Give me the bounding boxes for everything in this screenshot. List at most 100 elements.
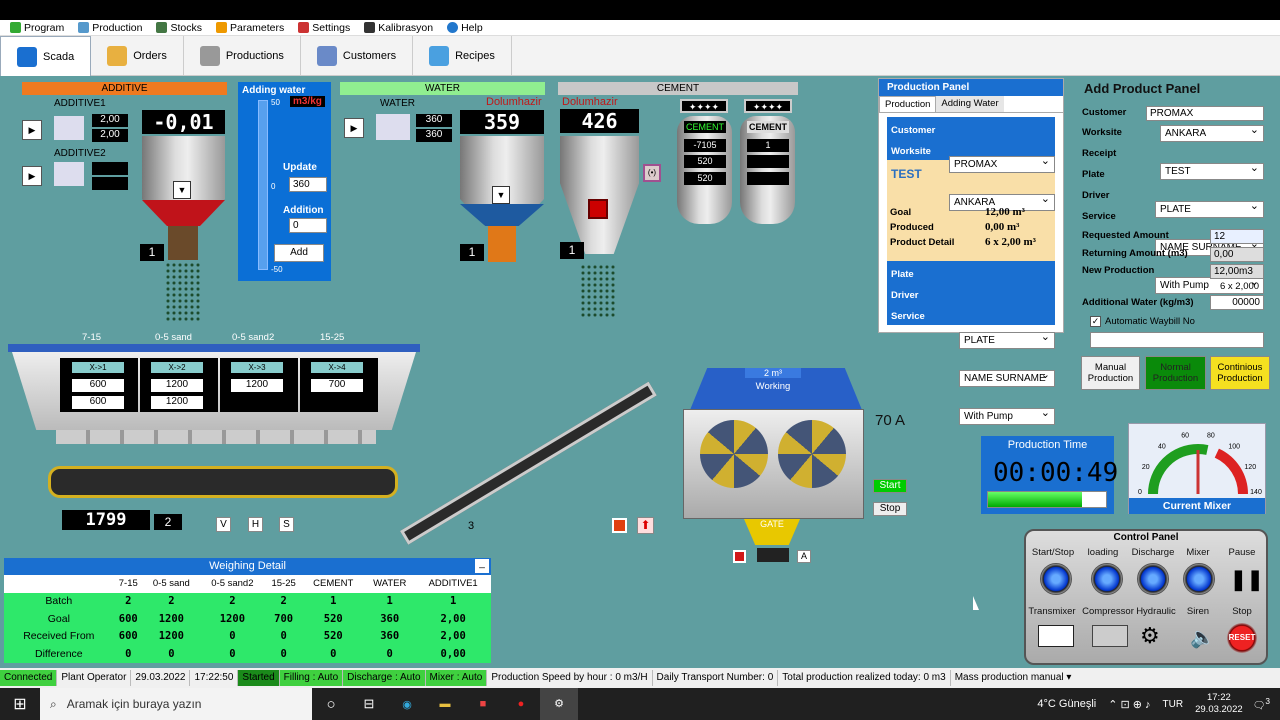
table-cell: 0 xyxy=(386,647,393,660)
row-label: Received From xyxy=(23,630,95,643)
h-button[interactable]: H xyxy=(248,517,263,532)
taskbar-lang[interactable]: TUR xyxy=(1163,699,1196,710)
status-connected: Connected xyxy=(0,670,58,686)
weighing-col-header: 7-15 xyxy=(118,578,138,590)
normal-production-button[interactable]: Normal Production xyxy=(1145,356,1206,390)
weighing-col-header: WATER xyxy=(373,578,407,590)
program-icon xyxy=(10,22,21,33)
tab-scada[interactable]: Scada xyxy=(0,36,92,76)
pp-plate-select[interactable]: PLATE xyxy=(959,330,1055,349)
update-input[interactable]: 360 xyxy=(289,177,327,192)
hydraulic-gear-icon[interactable]: ⚙ xyxy=(1140,623,1160,649)
mixer-stop-button[interactable]: Stop xyxy=(873,502,907,516)
additive-down-icon[interactable]: ▼ xyxy=(173,181,191,199)
menu-settings[interactable]: Settings xyxy=(294,22,354,34)
mixer-button[interactable] xyxy=(1183,563,1215,595)
additive1-play-button[interactable]: ▶ xyxy=(22,120,42,140)
windows-start-icon[interactable]: ⊞ xyxy=(0,694,40,714)
edge-icon[interactable]: ◉ xyxy=(388,698,426,711)
tab-production[interactable]: Production xyxy=(879,96,937,112)
compressor-icon[interactable] xyxy=(1092,625,1128,647)
adding-water-slider[interactable] xyxy=(258,100,268,270)
ap-customer-input[interactable]: PROMAX xyxy=(1146,106,1264,121)
menu-production[interactable]: Production xyxy=(74,22,146,34)
tab-customers[interactable]: Customers xyxy=(301,36,414,76)
tab-productions[interactable]: Productions xyxy=(184,36,301,76)
bin2-label: 0-5 sand xyxy=(155,332,192,343)
additive-valve xyxy=(168,226,198,260)
minimize-button[interactable]: _ xyxy=(475,559,489,573)
tab-adding-water[interactable]: Adding Water xyxy=(936,96,1004,112)
water-down-icon[interactable]: ▼ xyxy=(492,186,510,204)
truck-icon[interactable] xyxy=(1038,625,1074,647)
loading-button[interactable] xyxy=(1091,563,1123,595)
ap-requested-input[interactable]: 12 xyxy=(1210,229,1264,244)
task-view-icon[interactable]: ○ xyxy=(312,696,350,713)
waybill-input[interactable] xyxy=(1090,332,1264,348)
table-cell: 1 xyxy=(330,595,337,608)
cement-valve-icon[interactable] xyxy=(588,199,608,219)
tab-recipes[interactable]: Recipes xyxy=(413,36,512,76)
ap-receipt-select[interactable]: TEST xyxy=(1160,161,1264,180)
pp-goal-label: Goal xyxy=(890,207,912,218)
discharge-button[interactable] xyxy=(1137,563,1169,595)
conveyor-up-icon[interactable]: ⬆ xyxy=(637,517,654,534)
water-play-button[interactable]: ▶ xyxy=(344,118,364,138)
menu-parameters[interactable]: Parameters xyxy=(212,22,288,34)
taskbar-weather[interactable]: 4°C Güneşli xyxy=(1037,698,1108,710)
slider-top-label: 50 xyxy=(271,98,280,107)
tray-icons[interactable]: ⌃ ⊡ ⊕ ♪ xyxy=(1108,698,1162,711)
pause-button[interactable]: ❚❚ xyxy=(1230,567,1264,592)
vibrator-icon[interactable]: (•) xyxy=(643,164,661,182)
gate-stop-icon[interactable] xyxy=(733,550,746,563)
mixer-gate: GATE xyxy=(744,519,800,545)
app-red-icon[interactable]: ■ xyxy=(464,698,502,710)
ap-plate-select[interactable]: PLATE xyxy=(1155,199,1264,218)
menu-help[interactable]: Help xyxy=(443,22,487,34)
add-button[interactable]: Add xyxy=(274,244,324,262)
reset-button[interactable]: RESET xyxy=(1227,623,1257,653)
widgets-icon[interactable]: ⊟ xyxy=(350,696,388,712)
manual-production-button[interactable]: Manual Production xyxy=(1081,356,1140,390)
status-mass[interactable]: Mass production manual ▾ xyxy=(951,670,1076,686)
pp-service-select[interactable]: With Pump xyxy=(959,406,1055,425)
s-button[interactable]: S xyxy=(279,517,294,532)
ap-worksite-select[interactable]: ANKARA xyxy=(1160,123,1264,142)
taskbar: ⊞ ⌕ Aramak için buraya yazın ○ ⊟ ◉ ▬ ■ ● … xyxy=(0,688,1280,720)
weighing-detail-title: Weighing Detail _ xyxy=(4,558,491,575)
pp-customer-select[interactable]: PROMAX xyxy=(949,154,1055,173)
ap-returning-input[interactable]: 0,00 xyxy=(1210,247,1264,262)
taskbar-search[interactable]: ⌕ Aramak için buraya yazın xyxy=(40,688,312,720)
menu-stocks[interactable]: Stocks xyxy=(152,22,206,34)
status-operator: Plant Operator xyxy=(57,670,132,686)
status-date: 29.03.2022 xyxy=(131,670,191,686)
ap-addwater-input[interactable]: 00000 xyxy=(1210,295,1264,310)
menu-kalibrasyon[interactable]: Kalibrasyon xyxy=(360,22,437,34)
menu-bar: Program Production Stocks Parameters Set… xyxy=(0,20,1280,36)
scada-app-icon[interactable]: ⚙ xyxy=(540,688,578,720)
record-icon[interactable]: ● xyxy=(502,698,540,710)
folder-icon[interactable]: ▬ xyxy=(426,698,464,710)
status-bar: Connected Plant Operator 29.03.2022 17:2… xyxy=(0,668,1280,688)
row-label: Difference xyxy=(34,647,83,660)
notification-icon[interactable]: 🗨3 xyxy=(1253,696,1280,711)
continuous-production-button[interactable]: Continious Production xyxy=(1210,356,1270,390)
tab-orders[interactable]: Orders xyxy=(91,36,184,76)
silo1-value-2: 520 xyxy=(684,155,726,168)
additive2-play-button[interactable]: ▶ xyxy=(22,166,42,186)
table-cell: 2 xyxy=(229,595,236,608)
mixer-start-button[interactable]: Start xyxy=(873,479,907,493)
gate-a-button[interactable]: A xyxy=(797,550,811,563)
status-mass-text: Mass production manual xyxy=(954,672,1064,683)
addition-stepper[interactable]: 0 xyxy=(289,218,327,233)
waybill-checkbox[interactable]: ✓ xyxy=(1090,316,1101,327)
taskbar-clock[interactable]: 17:22 29.03.2022 xyxy=(1195,692,1253,716)
siren-speaker-icon[interactable]: 🔈 xyxy=(1190,625,1215,650)
gauge-tick-label: 140 xyxy=(1250,489,1262,496)
cp-label-hydraulic: Hydraulic xyxy=(1136,606,1176,617)
conveyor-stop-icon[interactable] xyxy=(612,518,627,533)
v-button[interactable]: V xyxy=(216,517,231,532)
menu-program[interactable]: Program xyxy=(6,22,68,34)
pp-driver-select[interactable]: NAME SURNAME xyxy=(959,368,1055,387)
start-stop-button[interactable] xyxy=(1040,563,1072,595)
